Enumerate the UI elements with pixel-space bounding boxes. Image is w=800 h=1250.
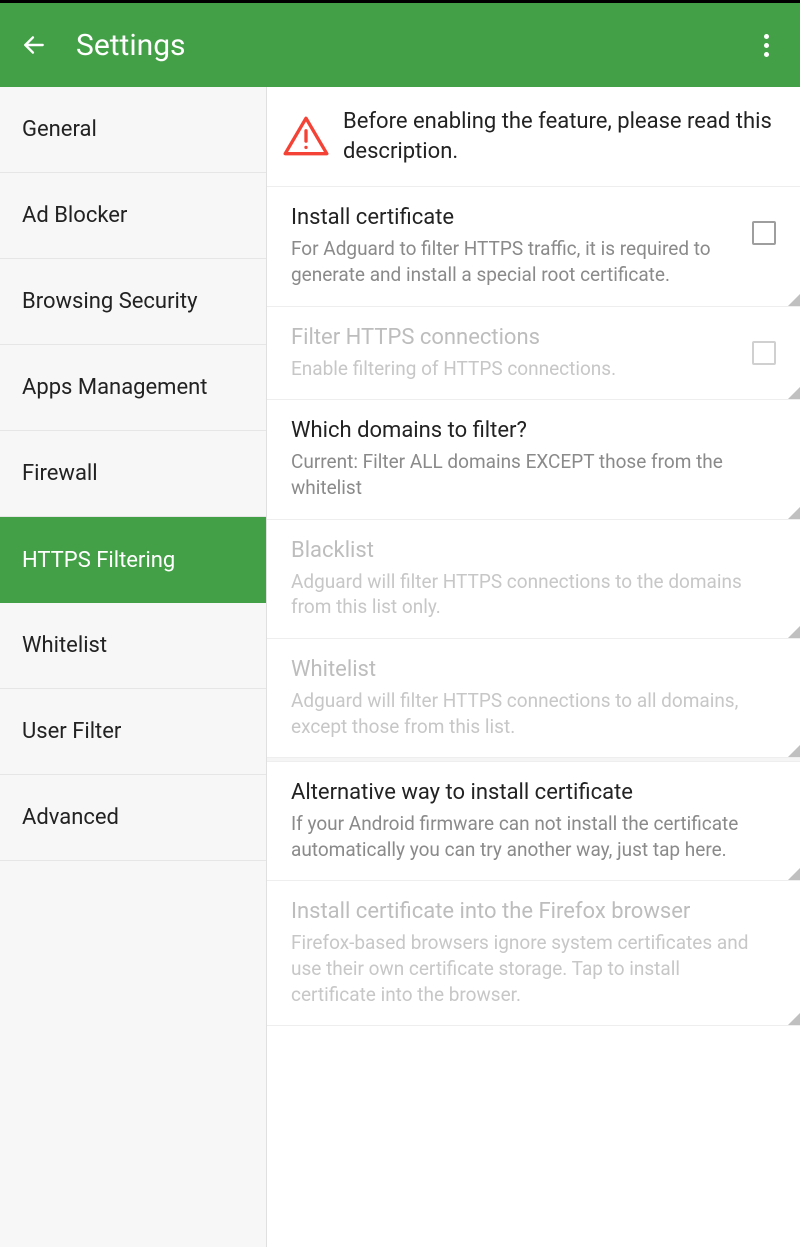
page-title: Settings (76, 28, 752, 63)
more-vertical-icon (764, 34, 769, 57)
sidebar-item-label: Browsing Security (22, 289, 197, 314)
setting-title: Install certificate into the Firefox bro… (291, 899, 764, 924)
resize-corner-icon (788, 1013, 800, 1025)
setting-subtitle: Adguard will filter HTTPS connections to… (291, 569, 764, 620)
filter-https-checkbox (752, 341, 776, 365)
setting-title: Which domains to filter? (291, 418, 764, 443)
resize-corner-icon (788, 387, 800, 399)
setting-title: Blacklist (291, 538, 764, 563)
install-certificate-checkbox[interactable] (752, 221, 776, 245)
setting-subtitle: Firefox-based browsers ignore system cer… (291, 930, 764, 1007)
body: General Ad Blocker Browsing Security App… (0, 87, 800, 1247)
sidebar-item-label: HTTPS Filtering (22, 548, 175, 573)
sidebar-item-user-filter[interactable]: User Filter (0, 689, 266, 775)
sidebar-item-ad-blocker[interactable]: Ad Blocker (0, 173, 266, 259)
sidebar-item-label: Whitelist (22, 633, 107, 658)
sidebar-item-advanced[interactable]: Advanced (0, 775, 266, 861)
sidebar-item-firewall[interactable]: Firewall (0, 431, 266, 517)
sidebar-item-apps-management[interactable]: Apps Management (0, 345, 266, 431)
resize-corner-icon (788, 745, 800, 757)
setting-blacklist: Blacklist Adguard will filter HTTPS conn… (267, 520, 800, 639)
setting-install-firefox: Install certificate into the Firefox bro… (267, 881, 800, 1026)
sidebar-item-label: Advanced (22, 805, 119, 830)
content-panel: Before enabling the feature, please read… (267, 87, 800, 1247)
setting-which-domains[interactable]: Which domains to filter? Current: Filter… (267, 400, 800, 519)
setting-title: Filter HTTPS connections (291, 325, 740, 350)
setting-subtitle: For Adguard to filter HTTPS traffic, it … (291, 236, 740, 287)
sidebar-item-label: User Filter (22, 719, 121, 744)
setting-title: Alternative way to install certificate (291, 780, 764, 805)
sidebar-item-https-filtering[interactable]: HTTPS Filtering (0, 517, 266, 603)
resize-corner-icon (788, 507, 800, 519)
overflow-menu-button[interactable] (752, 31, 780, 59)
setting-subtitle: Adguard will filter HTTPS connections to… (291, 688, 764, 739)
setting-subtitle: If your Android firmware can not install… (291, 811, 764, 862)
setting-alternative-install[interactable]: Alternative way to install certificate I… (267, 762, 800, 881)
app-bar: Settings (0, 3, 800, 87)
sidebar-item-whitelist[interactable]: Whitelist (0, 603, 266, 689)
sidebar: General Ad Blocker Browsing Security App… (0, 87, 267, 1247)
setting-title: Install certificate (291, 205, 740, 230)
warning-icon (281, 112, 331, 162)
sidebar-item-label: Apps Management (22, 375, 208, 400)
resize-corner-icon (788, 626, 800, 638)
resize-corner-icon (788, 868, 800, 880)
setting-subtitle: Current: Filter ALL domains EXCEPT those… (291, 449, 764, 500)
sidebar-item-label: Ad Blocker (22, 203, 127, 228)
setting-filter-https-connections: Filter HTTPS connections Enable filterin… (267, 307, 800, 401)
sidebar-item-label: General (22, 117, 97, 142)
back-button[interactable] (20, 31, 48, 59)
sidebar-item-label: Firewall (22, 461, 98, 486)
arrow-left-icon (21, 32, 47, 58)
sidebar-item-browsing-security[interactable]: Browsing Security (0, 259, 266, 345)
resize-corner-icon (788, 294, 800, 306)
setting-title: Whitelist (291, 657, 764, 682)
app-frame: Settings General Ad Blocker Browsing Sec… (0, 0, 800, 1250)
setting-whitelist: Whitelist Adguard will filter HTTPS conn… (267, 639, 800, 758)
warning-text: Before enabling the feature, please read… (343, 107, 776, 166)
setting-subtitle: Enable filtering of HTTPS connections. (291, 356, 740, 382)
sidebar-item-general[interactable]: General (0, 87, 266, 173)
warning-banner[interactable]: Before enabling the feature, please read… (267, 87, 800, 187)
setting-install-certificate[interactable]: Install certificate For Adguard to filte… (267, 187, 800, 306)
